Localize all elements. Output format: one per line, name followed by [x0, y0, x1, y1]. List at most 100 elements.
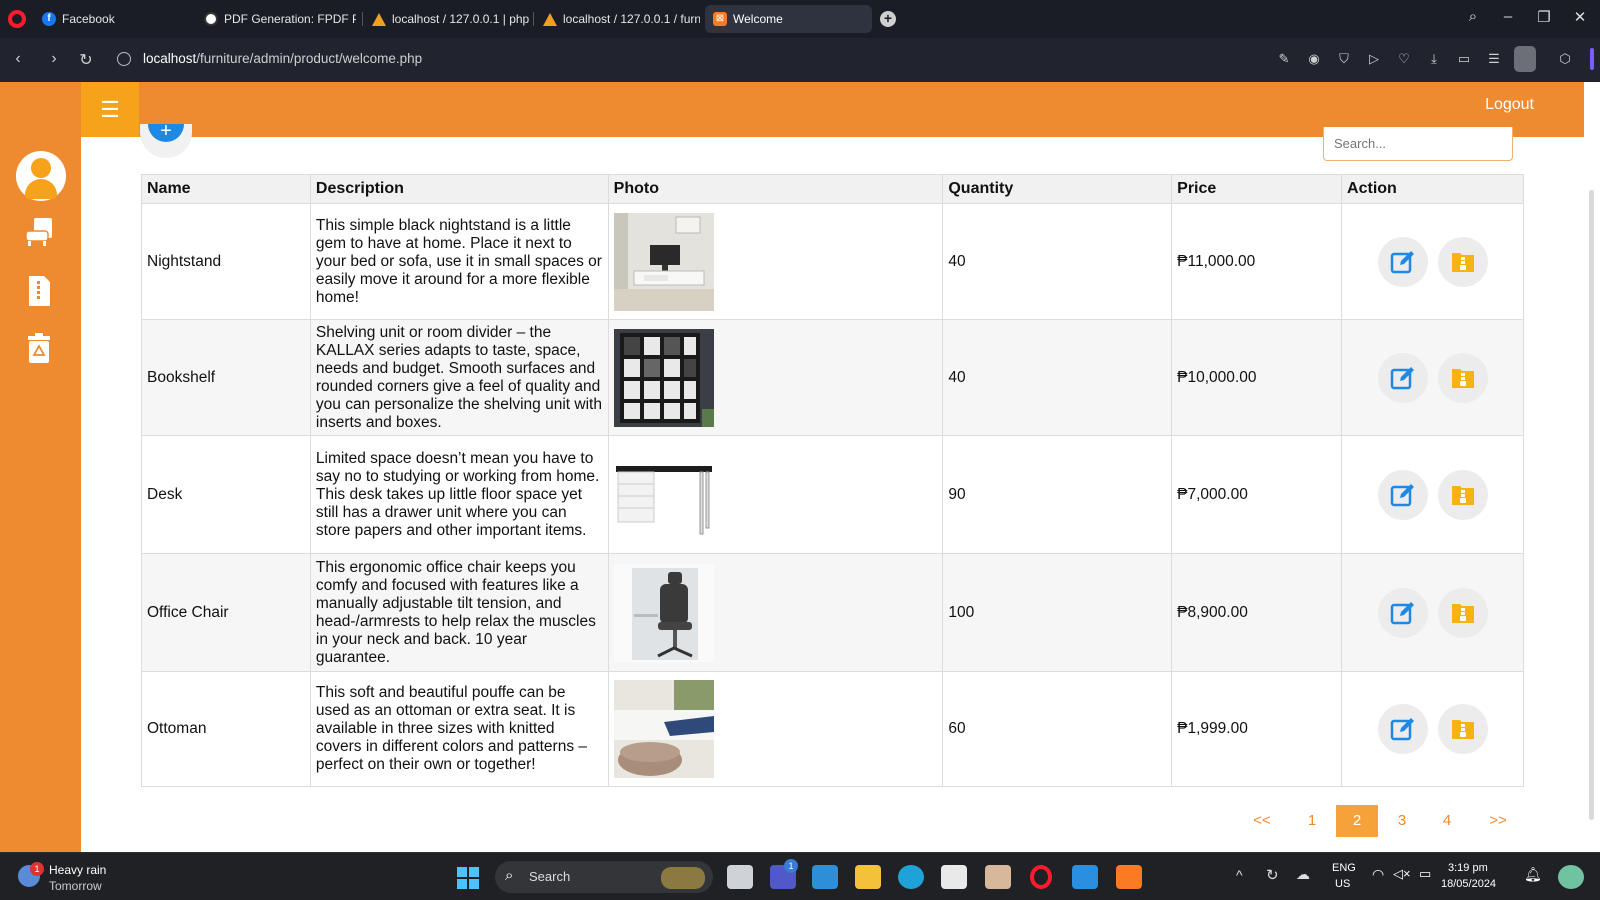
back-icon[interactable]: ‹ — [8, 50, 28, 68]
table-row: Bookshelf Shelving unit or room divider … — [141, 319, 1524, 436]
edit-button[interactable] — [1377, 352, 1428, 403]
menu-icon[interactable]: ☰ — [1486, 51, 1502, 67]
vscode-icon[interactable] — [1072, 865, 1098, 889]
action-cell — [1341, 203, 1524, 320]
document-zip-icon[interactable] — [24, 275, 54, 307]
task-view-icon[interactable] — [727, 865, 753, 889]
page-4-button[interactable]: 4 — [1426, 805, 1468, 837]
battery-saver-icon[interactable]: ▭ — [1456, 51, 1472, 67]
tab-phpmyadmin-2[interactable]: localhost / 127.0.0.1 / furn — [535, 5, 700, 33]
product-description: Limited space doesn’t mean you have to s… — [309, 435, 609, 554]
user-avatar[interactable] — [16, 151, 66, 201]
product-description: This ergonomic office chair keeps you co… — [309, 553, 609, 672]
edit-button[interactable] — [1377, 704, 1428, 754]
battery-icon[interactable]: ▭ — [1419, 866, 1431, 882]
xampp-taskbar-icon[interactable] — [1116, 865, 1142, 889]
archive-button[interactable] — [1437, 587, 1488, 638]
reload-icon[interactable]: ↻ — [76, 50, 96, 70]
forward-icon[interactable]: › — [44, 50, 64, 68]
volume-muted-icon[interactable]: ◁× — [1393, 866, 1411, 882]
logout-link[interactable]: Logout — [1485, 96, 1534, 114]
add-product-button[interactable]: + — [140, 124, 192, 158]
facebook-icon: f — [42, 12, 56, 26]
edit-page-icon[interactable]: ✎ — [1276, 51, 1292, 67]
clock-time[interactable]: 3:19 pm — [1448, 862, 1488, 874]
edge-icon[interactable] — [898, 865, 924, 889]
archive-button[interactable] — [1437, 469, 1488, 520]
tab-pdf-generation[interactable]: PDF Generation: FPDF PHP — [196, 5, 356, 33]
edit-button[interactable] — [1377, 469, 1428, 520]
taskbar-search[interactable]: ⌕ Search — [495, 861, 713, 893]
page-3-button[interactable]: 3 — [1381, 805, 1423, 837]
product-price: ₱7,000.00 — [1171, 435, 1343, 554]
tab-phpmyadmin-1[interactable]: localhost / 127.0.0.1 | php — [364, 5, 529, 33]
restore-icon[interactable]: ❐ — [1533, 8, 1555, 26]
region-indicator[interactable]: US — [1335, 878, 1350, 890]
sync-icon[interactable]: ↻ — [1266, 866, 1279, 884]
product-price: ₱10,000.00 — [1171, 319, 1343, 436]
game-app-icon[interactable] — [985, 865, 1011, 889]
hamburger-menu-button[interactable]: ☰ — [81, 82, 139, 137]
page-2-button[interactable]: 2 — [1336, 805, 1378, 837]
onedrive-icon[interactable]: ☁ — [1296, 866, 1310, 883]
extensions-icon[interactable]: ⬡ — [1557, 51, 1573, 67]
notification-bell-icon[interactable]: 🔔︎ — [1524, 866, 1542, 883]
wifi-icon[interactable]: ◠ — [1372, 866, 1384, 883]
opera-logo-icon[interactable] — [8, 10, 26, 28]
edit-icon — [1390, 250, 1414, 273]
download-icon[interactable]: ⤓ — [1426, 51, 1442, 67]
play-icon[interactable]: ▷ — [1366, 51, 1382, 67]
teams-badge: 1 — [784, 859, 798, 873]
bookshelf-photo — [613, 328, 714, 427]
windows-start-icon[interactable] — [456, 866, 480, 890]
sofa-icon[interactable] — [24, 217, 54, 249]
tab-label: Welcome — [733, 12, 783, 26]
hamburger-icon: ☰ — [100, 97, 120, 122]
recycle-bin-icon[interactable] — [24, 332, 54, 364]
browser-search-icon[interactable]: ⌕ — [1462, 8, 1484, 25]
heart-icon[interactable]: ♡ — [1396, 51, 1412, 67]
language-indicator[interactable]: ENG — [1332, 862, 1356, 874]
archive-button[interactable] — [1437, 236, 1488, 287]
tab-label: localhost / 127.0.0.1 | php — [392, 12, 529, 26]
sidebar-toggle[interactable] — [1590, 48, 1594, 70]
page-last-button[interactable]: >> — [1477, 805, 1519, 837]
photo-cell — [607, 553, 944, 672]
photos-icon[interactable] — [812, 865, 838, 889]
archive-icon — [1451, 368, 1474, 388]
shield-icon[interactable]: ⛉ — [1336, 51, 1352, 67]
close-icon[interactable]: ✕ — [1569, 8, 1591, 26]
ottoman-photo — [613, 680, 714, 778]
edit-button[interactable] — [1377, 236, 1428, 287]
search-input[interactable] — [1323, 127, 1513, 161]
site-info-icon[interactable] — [117, 52, 131, 66]
url-field[interactable]: localhost/furniture/admin/product/welcom… — [143, 51, 422, 66]
tab-welcome[interactable]: ⊠ Welcome — [705, 5, 872, 33]
page-1-button[interactable]: 1 — [1291, 805, 1333, 837]
page-first-button[interactable]: << — [1241, 805, 1283, 837]
tab-facebook[interactable]: f Facebook — [34, 5, 194, 33]
search-highlight-icon — [661, 867, 705, 889]
profile-avatar[interactable] — [1514, 46, 1536, 72]
photo-cell — [607, 203, 944, 320]
camera-icon[interactable]: ◉ — [1306, 51, 1322, 67]
clock-date[interactable]: 18/05/2024 — [1441, 878, 1496, 890]
product-description: Shelving unit or room divider – the KALL… — [309, 319, 609, 436]
edit-icon — [1390, 483, 1414, 506]
tray-chevron-icon[interactable]: ^ — [1236, 867, 1243, 883]
archive-button[interactable] — [1437, 704, 1488, 754]
product-name: Desk — [141, 435, 311, 554]
archive-button[interactable] — [1437, 352, 1488, 403]
copilot-icon[interactable] — [1558, 865, 1584, 889]
product-price: ₱11,000.00 — [1171, 203, 1343, 320]
opera-taskbar-icon[interactable] — [1030, 865, 1052, 889]
scrollbar-thumb[interactable] — [1589, 190, 1594, 820]
minimize-icon[interactable]: – — [1497, 8, 1519, 25]
product-quantity: 40 — [942, 203, 1173, 320]
column-header-action: Action — [1341, 174, 1524, 204]
edit-button[interactable] — [1377, 587, 1428, 638]
file-explorer-icon[interactable] — [855, 865, 881, 889]
phpmyadmin-icon — [543, 12, 557, 26]
store-icon[interactable] — [941, 865, 967, 889]
new-tab-button[interactable]: + — [880, 11, 896, 27]
